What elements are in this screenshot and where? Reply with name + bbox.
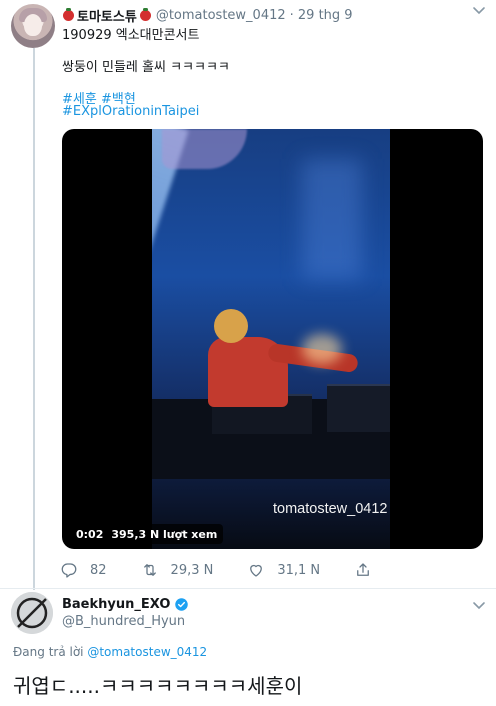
share-icon [357,563,370,576]
tweet-text: 귀엽ㄷ.....ㅋㅋㅋㅋㅋㅋㅋㅋ세훈이 [13,674,303,698]
user-handle[interactable]: @B_hundred_Hyun [62,614,185,629]
replying-to-label: Đang trả lời @tomatostew_0412 [13,645,207,659]
share-button[interactable] [354,561,384,579]
video-frame [152,129,390,549]
tweet-original[interactable]: 토마토스튜 @tomatostew_0412 · 29 thg 9 190929… [0,0,496,590]
display-name-text: Baekhyun_EXO [62,597,171,612]
tweet-divider [0,588,496,589]
video-info-badge: 0:02 395,3 N lượt xem [70,524,224,544]
verified-badge-icon [175,598,189,611]
chevron-down-icon[interactable] [472,601,486,611]
avatar[interactable] [11,592,53,634]
video-duration: 0:02 [76,527,104,541]
avatar[interactable] [11,4,55,48]
reply-button[interactable]: 82 [60,561,107,579]
reply-count: 82 [90,562,107,578]
display-name[interactable]: Baekhyun_EXO [62,597,189,612]
tweet-text-line1: 190929 엑소대만콘서트 [62,28,200,43]
display-name[interactable]: 토마토스튜 [77,6,137,25]
tweet-date[interactable]: · 29 thg 9 [290,8,353,23]
tweet-text-line2: 쌍둥이 민들레 홀씨 ㅋㅋㅋㅋㅋ [62,60,230,75]
like-count: 31,1 N [277,562,321,578]
tomato-emoji-icon [63,7,74,21]
thread-connector-line [33,48,35,590]
user-handle[interactable]: @tomatostew_0412 [156,8,286,23]
video-watermark: tomatostew_0412 [273,501,388,517]
like-button[interactable]: 31,1 N [247,561,320,579]
tomato-emoji-icon [139,7,151,21]
tweet-actions: 82 29,3 N 31,1 N [60,560,418,580]
retweet-count: 29,3 N [170,562,214,578]
hashtag-link[interactable]: #EXplOrationinTaipei [62,104,199,119]
retweet-button[interactable]: 29,3 N [141,561,214,579]
reply-icon [61,563,77,578]
video-view-count: 395,3 N lượt xem [111,527,218,541]
chevron-down-icon[interactable] [472,6,486,16]
replying-label-text: Đang trả lời [13,645,84,659]
tweet-header: 토마토스튜 @tomatostew_0412 · 29 thg 9 [62,6,353,25]
retweet-icon [143,564,156,576]
video-player[interactable]: tomatostew_0412 0:02 395,3 N lượt xem [62,129,483,549]
like-icon [250,564,263,577]
mention-link[interactable]: @tomatostew_0412 [87,645,207,659]
